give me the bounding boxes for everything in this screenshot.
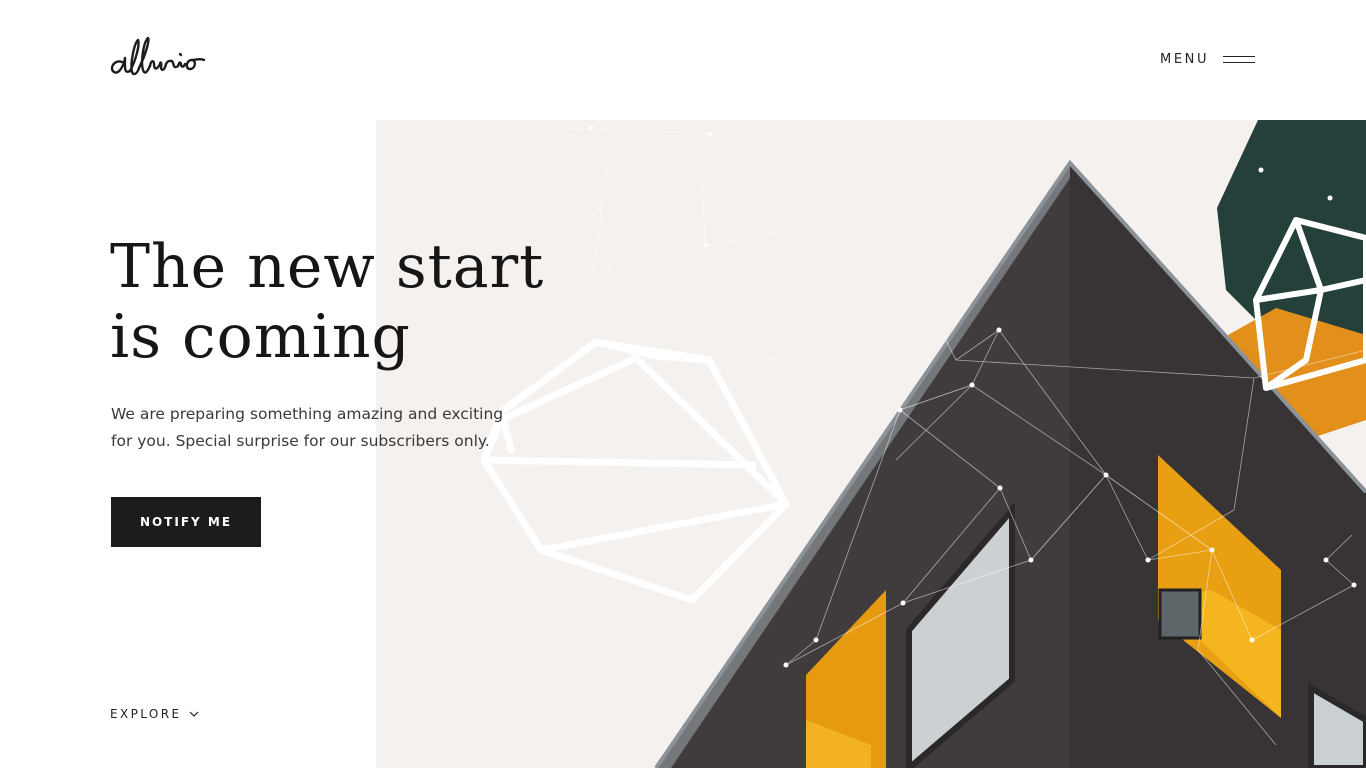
- menu-button[interactable]: MENU: [1160, 52, 1256, 67]
- logo[interactable]: [108, 34, 212, 86]
- explore-link[interactable]: EXPLORE: [110, 707, 199, 721]
- headline-line-2: is coming: [110, 302, 411, 372]
- hero-background: [376, 120, 1366, 768]
- chevron-down-icon: [190, 711, 199, 717]
- subtitle-line-2: for you. Special surprise for our subscr…: [111, 432, 490, 450]
- menu-label: MENU: [1160, 52, 1210, 67]
- building-illustration: [480, 120, 1366, 768]
- hamburger-icon: [1223, 56, 1256, 63]
- hero-headline: The new start is coming: [110, 232, 570, 372]
- notify-me-button[interactable]: NOTIFY ME: [111, 497, 261, 547]
- subtitle-line-1: We are preparing something amazing and e…: [111, 405, 504, 423]
- explore-label: EXPLORE: [110, 707, 182, 721]
- hero-subtitle: We are preparing something amazing and e…: [111, 401, 511, 455]
- headline-line-1: The new start: [110, 232, 545, 302]
